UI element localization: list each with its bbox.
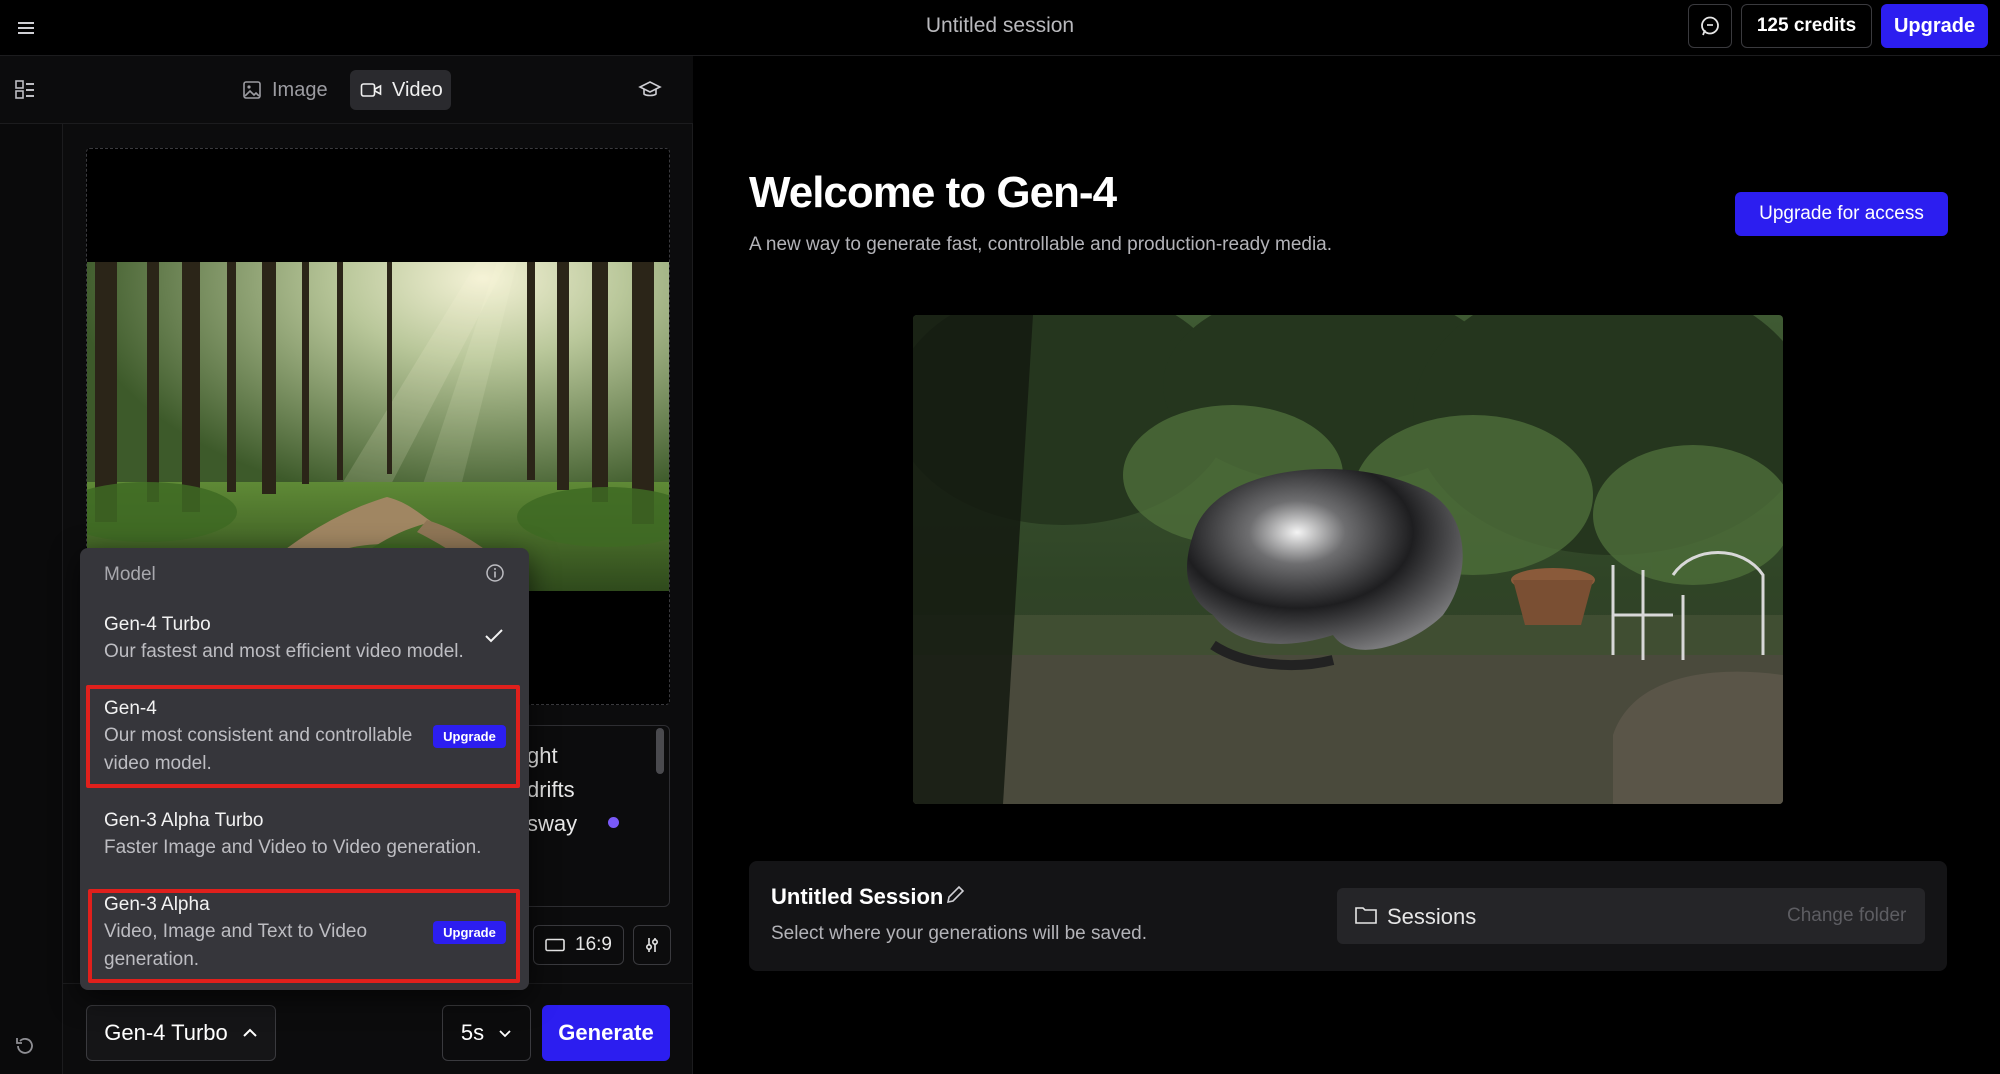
welcome-subtitle: A new way to generate fast, controllable… <box>749 234 1333 255</box>
preview-video-garden-sculpture[interactable] <box>913 315 1783 804</box>
left-rail <box>0 56 63 1074</box>
model-option-description: Our fastest and most efficient video mod… <box>104 641 464 662</box>
duration-label: 5s <box>460 1020 485 1045</box>
tab-video[interactable]: Video <box>350 70 451 110</box>
prompt-line: sway <box>527 811 578 836</box>
prompt-scrollbar[interactable] <box>656 728 664 774</box>
video-camera-icon <box>360 83 382 97</box>
change-folder-link[interactable]: Change folder <box>1787 905 1906 927</box>
graduation-cap-icon[interactable] <box>638 80 662 100</box>
settings-button[interactable] <box>633 925 671 965</box>
model-menu-header: Model <box>104 564 156 585</box>
generate-button[interactable]: Generate <box>542 1005 670 1061</box>
history-icon[interactable] <box>14 1035 36 1057</box>
mode-tabs-bar <box>0 56 693 124</box>
tab-image[interactable]: Image <box>232 70 340 110</box>
folder-icon <box>1354 905 1378 925</box>
model-select-button[interactable]: Gen-4 Turbo <box>86 1005 276 1061</box>
chat-bubble-icon <box>1701 16 1719 36</box>
model-option-title: Gen-4 Turbo <box>104 614 211 635</box>
duration-select-button[interactable]: 5s <box>442 1005 531 1061</box>
input-image-forest <box>87 262 669 591</box>
session-subtitle: Select where your generations will be sa… <box>771 923 1147 944</box>
aspect-ratio-button[interactable]: 16:9 <box>533 925 624 965</box>
feedback-button[interactable] <box>1688 4 1732 48</box>
model-select-label: Gen-4 Turbo <box>104 1020 228 1045</box>
upgrade-button[interactable]: Upgrade <box>1881 4 1988 48</box>
highlight-box <box>86 685 520 788</box>
chevron-down-icon <box>499 1029 511 1037</box>
session-name[interactable]: Untitled Session <box>771 884 943 910</box>
checkmark-icon <box>484 628 504 644</box>
prompt-textarea[interactable]: ght drifts sway <box>506 725 670 907</box>
model-option-title: Gen-3 Alpha Turbo <box>104 810 264 831</box>
prompt-line: drifts <box>527 777 575 802</box>
pencil-icon[interactable] <box>944 884 966 906</box>
highlight-box <box>88 889 520 983</box>
welcome-title: Welcome to Gen-4 <box>749 168 1117 217</box>
tab-video-label: Video <box>392 78 443 101</box>
assets-grid-icon[interactable] <box>13 78 37 102</box>
sliders-icon <box>645 938 659 952</box>
model-option-description: Faster Image and Video to Video generati… <box>104 837 482 858</box>
chevron-up-icon <box>243 1028 257 1037</box>
tab-image-label: Image <box>272 78 328 101</box>
upgrade-for-access-button[interactable]: Upgrade for access <box>1735 192 1948 236</box>
folder-name: Sessions <box>1387 904 1477 929</box>
prompt-line: ght <box>527 743 558 768</box>
aspect-ratio-label: 16:9 <box>575 934 612 955</box>
credits-button[interactable]: 125 credits <box>1741 4 1872 48</box>
aspect-ratio-icon <box>545 938 565 952</box>
image-icon <box>243 81 261 99</box>
prompt-status-dot <box>608 817 619 828</box>
info-icon[interactable] <box>485 563 505 583</box>
